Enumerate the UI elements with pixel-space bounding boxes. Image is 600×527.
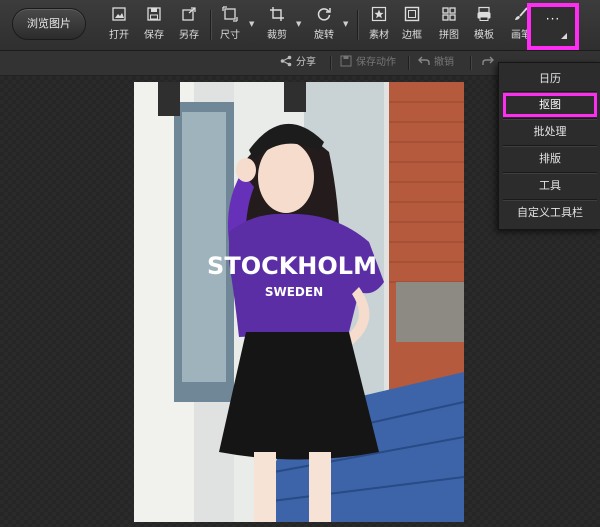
resize-dropdown-icon[interactable]: ▼ [249, 20, 257, 28]
more-tools-menu: 日历 抠图 批处理 排版 工具 自定义工具栏 [498, 62, 600, 230]
edited-photo[interactable]: STOCKHOLM SWEDEN [134, 82, 464, 522]
redo-icon [482, 56, 494, 65]
action-bar-divider [408, 56, 409, 70]
menu-item-layout[interactable]: 排版 [503, 147, 597, 171]
redo-button[interactable] [482, 51, 498, 75]
rotate-dropdown-icon[interactable]: ▼ [343, 20, 351, 28]
save-as-icon [181, 6, 197, 22]
open-button[interactable]: 打开 [104, 6, 134, 46]
menu-item-calendar[interactable]: 日历 [503, 67, 597, 91]
menu-item-customize-toolbar[interactable]: 自定义工具栏 [503, 201, 597, 225]
share-icon [280, 55, 292, 67]
toolbar-divider [210, 10, 211, 40]
template-label: 模板 [474, 30, 494, 41]
corner-triangle-icon [561, 33, 567, 39]
share-button[interactable]: 分享 [280, 51, 316, 75]
action-bar-divider [330, 56, 331, 70]
more-tools-button[interactable]: ··· [527, 3, 579, 50]
save-icon [146, 6, 162, 22]
resize-icon [222, 6, 238, 22]
collage-label: 拼图 [439, 30, 459, 41]
rotate-icon [316, 6, 332, 22]
toolbar-divider [357, 10, 358, 40]
save-action-label: 保存动作 [356, 57, 396, 68]
more-dots-icon: ··· [545, 12, 561, 26]
menu-item-tools[interactable]: 工具 [503, 174, 597, 198]
frame-button[interactable]: 边框 [397, 6, 427, 46]
photo-editor-window: 浏览图片 打开 保存 另存 尺寸 ▼ 裁剪 ▼ 旋转 ▼ 素材 边框 拼图 模板… [0, 0, 600, 527]
browse-images-button[interactable]: 浏览图片 [12, 8, 86, 40]
menu-divider [503, 91, 597, 92]
material-button[interactable]: 素材 [364, 6, 394, 46]
shirt-text-main: STOCKHOLM [207, 252, 377, 280]
frame-icon [404, 6, 420, 22]
save-button[interactable]: 保存 [139, 6, 169, 46]
share-label: 分享 [296, 57, 316, 68]
resize-button[interactable]: 尺寸 [215, 6, 245, 46]
collage-button[interactable]: 拼图 [434, 6, 464, 46]
crop-button[interactable]: 裁剪 [262, 6, 292, 46]
save-as-label: 另存 [179, 30, 199, 41]
menu-item-cutout[interactable]: 抠图 [503, 93, 597, 117]
shirt-text-sub: SWEDEN [265, 285, 323, 299]
save-action-button[interactable]: 保存动作 [340, 51, 396, 75]
crop-label: 裁剪 [267, 30, 287, 41]
undo-icon [418, 56, 430, 65]
open-label: 打开 [109, 30, 129, 41]
menu-divider [503, 145, 597, 146]
save-label: 保存 [144, 30, 164, 41]
undo-button[interactable]: 撤销 [418, 51, 454, 75]
rotate-label: 旋转 [314, 30, 334, 41]
crop-icon [269, 6, 285, 22]
resize-label: 尺寸 [220, 30, 240, 41]
frame-label: 边框 [402, 30, 422, 41]
grid-icon [441, 6, 457, 22]
action-bar-divider [470, 56, 471, 70]
star-icon [371, 6, 387, 22]
menu-divider [503, 118, 597, 119]
open-image-icon [111, 6, 127, 22]
menu-divider [503, 172, 597, 173]
menu-item-batch[interactable]: 批处理 [503, 120, 597, 144]
save-as-button[interactable]: 另存 [174, 6, 204, 46]
template-button[interactable]: 模板 [469, 6, 499, 46]
material-label: 素材 [369, 30, 389, 41]
save-action-icon [340, 55, 352, 67]
template-icon [476, 6, 492, 22]
crop-dropdown-icon[interactable]: ▼ [296, 20, 304, 28]
main-toolbar: 浏览图片 打开 保存 另存 尺寸 ▼ 裁剪 ▼ 旋转 ▼ 素材 边框 拼图 模板… [0, 0, 600, 51]
menu-divider [503, 199, 597, 200]
undo-label: 撤销 [434, 57, 454, 68]
rotate-button[interactable]: 旋转 [309, 6, 339, 46]
